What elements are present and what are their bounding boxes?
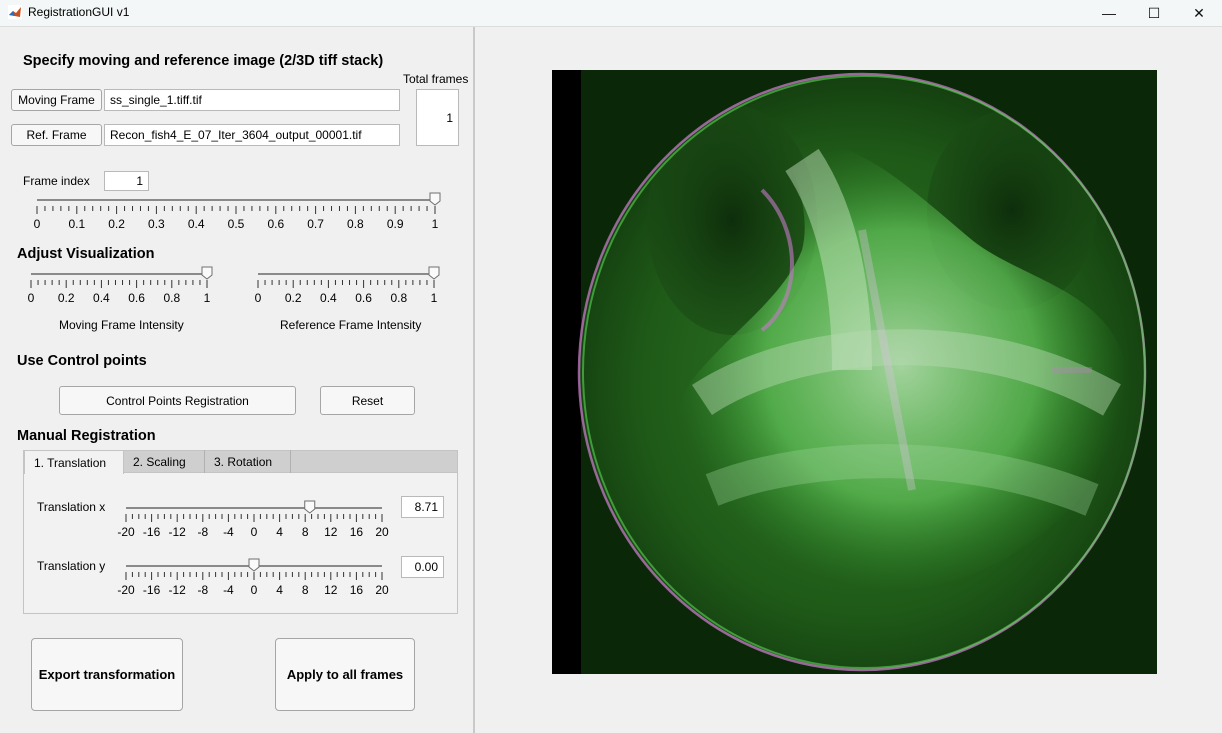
image-viewer[interactable] [552,70,1157,674]
tick-label: 0.4 [320,291,337,305]
total-frames-label: Total frames [403,72,469,86]
tick-label: 4 [276,525,283,539]
tick-label: 20 [375,583,389,597]
tick-label: 0.2 [285,291,302,305]
moving-intensity-label: Moving Frame Intensity [59,318,184,332]
translation-x-slider[interactable]: -20 -16 -12 -8 -4 0 4 8 12 16 20 [117,498,389,542]
moving-frame-button[interactable]: Moving Frame [11,89,102,111]
total-frames-field: 1 [416,89,459,146]
tick-label: 1 [432,217,439,231]
ref-frame-button[interactable]: Ref. Frame [11,124,102,146]
tick-label: 0.4 [93,291,110,305]
minimize-icon: — [1102,5,1116,21]
reference-intensity-label: Reference Frame Intensity [280,318,422,332]
manual-registration-heading: Manual Registration [17,428,156,444]
close-icon: ✕ [1193,4,1205,21]
tick-label: 0.4 [188,217,205,231]
ref-file-field[interactable]: Recon_fish4_E_07_Iter_3604_output_00001.… [104,124,400,146]
tick-label: 16 [350,525,364,539]
moving-file-field[interactable]: ss_single_1.tiff.tif [104,89,400,111]
tick-label: 0.9 [387,217,404,231]
tick-label: 1 [431,291,438,305]
moving-intensity-slider[interactable]: 0 0.2 0.4 0.6 0.8 1 [24,264,214,308]
tick-label: 4 [276,583,283,597]
reset-button[interactable]: Reset [320,386,415,415]
control-points-heading: Use Control points [17,353,147,369]
tick-label: 0 [251,525,258,539]
tick-label: 20 [375,525,389,539]
tick-label: 8 [302,583,309,597]
slider-thumb [201,266,213,280]
visualization-heading: Adjust Visualization [17,246,155,262]
tick-label: 0.2 [58,291,75,305]
translation-y-slider[interactable]: -20 -16 -12 -8 -4 0 4 8 12 16 20 [117,556,389,600]
slider-thumb [248,558,260,572]
slider-thumb [428,266,440,280]
frame-index-slider[interactable]: 0 0.1 0.2 0.3 0.4 0.5 0.6 0.7 0.8 0.9 1 [30,190,442,234]
spec-heading: Specify moving and reference image (2/3D… [23,53,384,69]
slider-thumb [429,192,441,206]
tick-label: 0 [255,291,262,305]
tick-label: -8 [197,525,208,539]
tick-label: -16 [143,525,161,539]
close-button[interactable]: ✕ [1176,0,1222,26]
tick-label: 1 [204,291,211,305]
maximize-icon: ☐ [1147,4,1161,21]
frame-index-field[interactable]: 1 [104,171,149,191]
tab-scaling[interactable]: 2. Scaling [124,450,205,473]
translation-y-label: Translation y [37,559,106,573]
tick-label: 0.8 [163,291,180,305]
tab-translation[interactable]: 1. Translation [24,450,124,474]
tick-label: 8 [302,525,309,539]
tick-label: 0.5 [228,217,245,231]
export-transformation-button[interactable]: Export transformation [31,638,183,711]
tick-label: 12 [324,525,338,539]
apply-to-all-frames-button[interactable]: Apply to all frames [275,638,415,711]
tick-label: 0.1 [68,217,85,231]
tick-label: 0 [251,583,258,597]
title-bar: RegistrationGUI v1 — ☐ ✕ [0,0,1222,26]
window-title: RegistrationGUI v1 [28,5,130,19]
tick-label: 0.3 [148,217,165,231]
maximize-button[interactable]: ☐ [1131,0,1177,26]
tick-label: 0.8 [347,217,364,231]
tick-label: 0.8 [390,291,407,305]
translation-x-field[interactable]: 8.71 [401,496,444,518]
tick-label: -20 [117,525,135,539]
control-points-registration-button[interactable]: Control Points Registration [59,386,296,415]
tick-label: 0.7 [307,217,324,231]
translation-y-field[interactable]: 0.00 [401,556,444,578]
reference-intensity-slider[interactable]: 0 0.2 0.4 0.6 0.8 1 [251,264,441,308]
overlay-image [552,70,1157,674]
tick-label: -16 [143,583,161,597]
tick-label: 0.6 [355,291,372,305]
tick-label: 16 [350,583,364,597]
tick-label: 0.2 [108,217,125,231]
tick-label: -4 [223,583,234,597]
tab-rotation[interactable]: 3. Rotation [205,450,291,473]
translation-x-label: Translation x [37,500,106,514]
frame-index-label: Frame index [23,174,90,188]
tick-label: -12 [169,525,187,539]
tick-label: 0.6 [267,217,284,231]
tick-label: 12 [324,583,338,597]
minimize-button[interactable]: — [1086,0,1132,26]
tick-label: -4 [223,525,234,539]
panel-separator[interactable] [473,27,475,733]
tick-label: 0 [34,217,41,231]
tick-label: -8 [197,583,208,597]
tick-label: 0 [28,291,35,305]
tick-label: -12 [169,583,187,597]
slider-thumb [304,500,316,514]
tick-label: 0.6 [128,291,145,305]
matlab-app-icon [8,5,22,19]
tick-label: -20 [117,583,135,597]
